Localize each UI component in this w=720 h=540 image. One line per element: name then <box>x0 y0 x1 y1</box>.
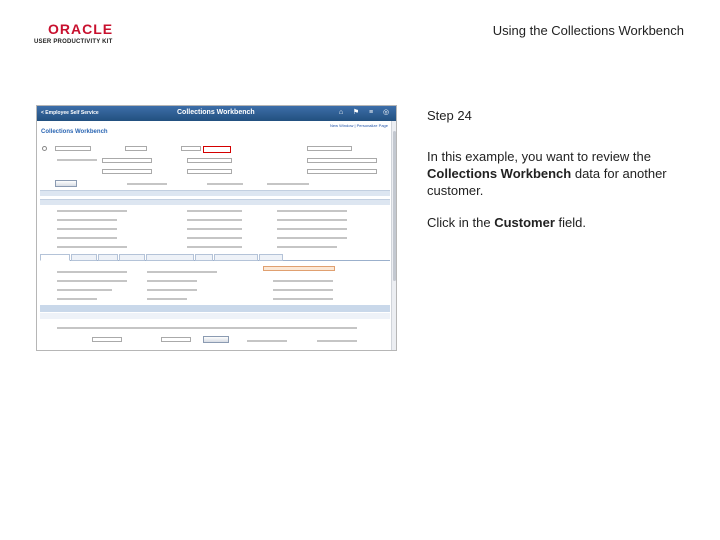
credit-line <box>57 289 112 291</box>
detail-line <box>57 237 117 239</box>
page-title: Using the Collections Workbench <box>492 23 684 38</box>
label-line <box>247 340 287 342</box>
tab-aging <box>195 254 213 261</box>
label-line <box>57 159 97 161</box>
back-link: < Employee Self Service <box>41 110 99 116</box>
page-scrollbar <box>391 121 396 350</box>
detail-line <box>277 237 347 239</box>
label-line <box>127 183 167 185</box>
credit-history-highlight <box>263 266 335 271</box>
instruction-paragraph-1: In this example, you want to review the … <box>427 148 702 199</box>
history-field <box>92 337 122 342</box>
instruction-text: Click in the <box>427 215 495 230</box>
detail-line <box>57 210 127 212</box>
tab-contacts <box>259 254 283 261</box>
detail-line <box>57 228 117 230</box>
grid-row <box>57 327 357 329</box>
go-button <box>203 336 229 343</box>
label-line <box>267 183 309 185</box>
breakdown-balances-header <box>40 305 390 312</box>
flag-icon: ⚑ <box>352 109 360 116</box>
search-icon <box>42 146 47 151</box>
instruction-emphasis: Customer <box>494 215 555 230</box>
credit-line <box>147 289 197 291</box>
label-line <box>317 340 357 342</box>
detail-tabs <box>40 254 390 261</box>
instruction-text: In this example, you want to review the <box>427 149 652 164</box>
action-field <box>307 146 352 151</box>
scroll-thumb <box>392 131 396 281</box>
detail-line <box>187 228 242 230</box>
nav-icon: ◎ <box>382 109 390 116</box>
contact-field <box>102 158 152 163</box>
tab-conversations <box>119 254 145 261</box>
application-screenshot: < Employee Self Service Collections Work… <box>36 105 397 351</box>
oracle-upk-logo: ORACLE USER PRODUCTIVITY KIT <box>34 22 126 48</box>
detail-line <box>187 237 242 239</box>
action-list-section <box>40 190 390 196</box>
detail-line <box>277 219 347 221</box>
tab-items <box>98 254 118 261</box>
logo-wordmark: ORACLE <box>48 21 114 37</box>
instruction-paragraph-2: Click in the Customer field. <box>427 214 702 231</box>
billing-specialist-field <box>102 169 152 174</box>
app-title-bar: < Employee Self Service Collections Work… <box>37 106 396 121</box>
detail-line <box>277 210 347 212</box>
reference-number-field <box>307 169 377 174</box>
detail-line <box>57 246 127 248</box>
unit-field <box>125 146 147 151</box>
tab-customer-hierarchy <box>214 254 258 261</box>
credit-line <box>273 280 333 282</box>
detail-line <box>187 210 242 212</box>
setid-field <box>55 146 91 151</box>
home-icon: ⌂ <box>338 109 344 116</box>
top-links: New Window | Personalize Page <box>330 123 388 128</box>
customer-details-section <box>40 199 390 205</box>
window-title: Collections Workbench <box>177 109 255 116</box>
step-number: Step 24 <box>427 108 472 123</box>
tab-payments <box>71 254 97 261</box>
collections-workbench-heading: Collections Workbench <box>41 129 108 135</box>
detail-line <box>277 246 337 248</box>
label-line <box>207 183 243 185</box>
credit-line <box>147 280 197 282</box>
credit-line <box>57 280 127 282</box>
tab-credit-history <box>40 254 70 261</box>
detail-line <box>187 246 242 248</box>
credit-line <box>147 271 217 273</box>
credit-line <box>57 298 97 300</box>
return-select <box>161 337 191 342</box>
credit-line <box>273 289 333 291</box>
contact-type-field <box>187 158 232 163</box>
search-button <box>55 180 77 187</box>
breakdown-columns <box>40 313 390 319</box>
instruction-text: field. <box>554 215 586 230</box>
menu-icon: ≡ <box>368 109 374 116</box>
customer-field <box>181 146 201 151</box>
detail-line <box>187 219 242 221</box>
credit-line <box>147 298 187 300</box>
customer-field-highlight <box>203 146 231 153</box>
credit-line <box>273 298 333 300</box>
detail-line <box>57 219 117 221</box>
detail-line <box>277 228 347 230</box>
logo-subtitle: USER PRODUCTIVITY KIT <box>34 39 113 45</box>
credit-line <box>57 271 127 273</box>
tab-correspondence <box>146 254 194 261</box>
contact-type-select <box>307 158 377 163</box>
billing-authority-field <box>187 169 232 174</box>
instruction-emphasis: Collections Workbench <box>427 166 572 181</box>
